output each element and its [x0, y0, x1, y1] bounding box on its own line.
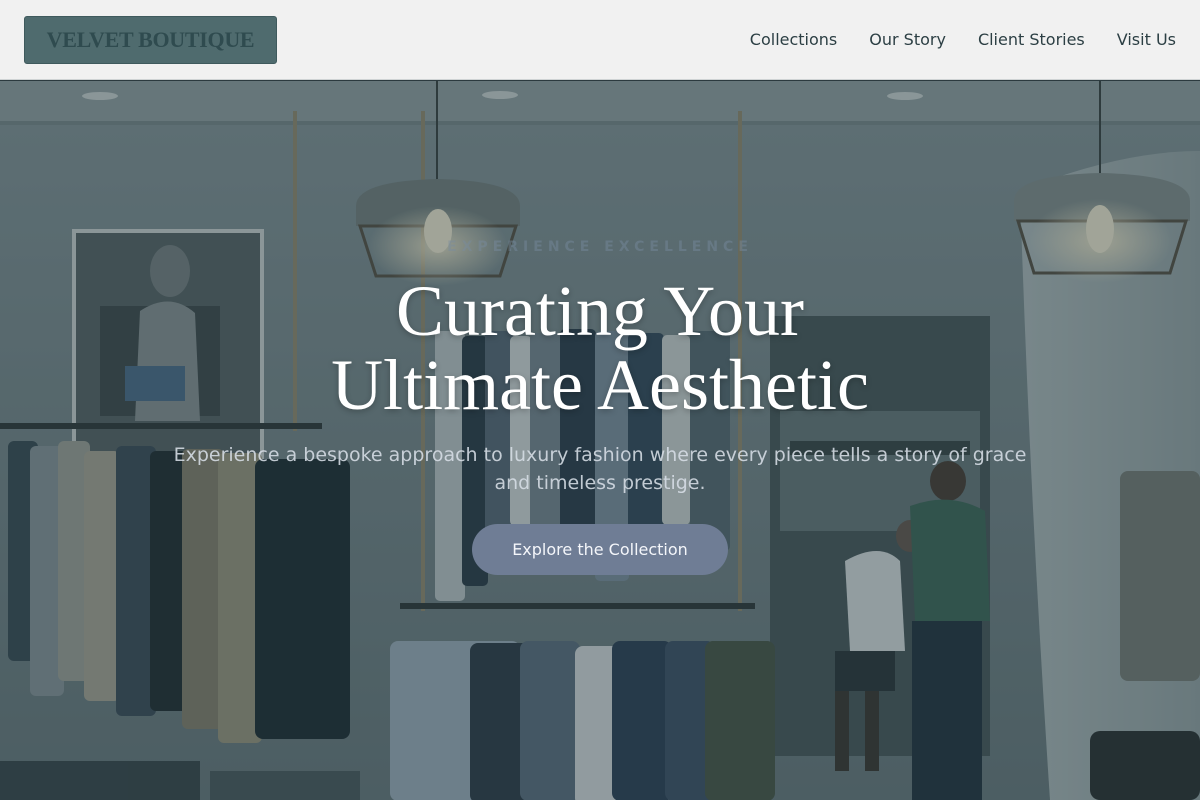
nav-link-collections[interactable]: Collections	[750, 30, 837, 49]
nav-link-client-stories[interactable]: Client Stories	[978, 30, 1085, 49]
logo[interactable]: VELVET BOUTIQUE	[24, 15, 277, 64]
hero-eyebrow: Experience Excellence	[447, 239, 753, 255]
hero-headline: Curating Your Ultimate Aesthetic	[0, 274, 1200, 422]
site-header: VELVET BOUTIQUE Collections Our Story Cl…	[0, 0, 1200, 80]
hero-headline-line-2: Ultimate Aesthetic	[331, 345, 869, 425]
hero-content: Experience Excellence Curating Your Ulti…	[0, 81, 1200, 800]
nav-link-our-story[interactable]: Our Story	[869, 30, 946, 49]
page: VELVET BOUTIQUE Collections Our Story Cl…	[0, 0, 1200, 800]
nav-link-visit-us[interactable]: Visit Us	[1117, 30, 1176, 49]
hero-subtitle: Experience a bespoke approach to luxury …	[173, 444, 1027, 494]
hero-headline-line-1: Curating Your	[395, 271, 805, 351]
explore-collection-button[interactable]: Explore the Collection	[472, 524, 728, 575]
hero-section: Experience Excellence Curating Your Ulti…	[0, 81, 1200, 800]
main-nav: Collections Our Story Client Stories Vis…	[750, 30, 1176, 49]
